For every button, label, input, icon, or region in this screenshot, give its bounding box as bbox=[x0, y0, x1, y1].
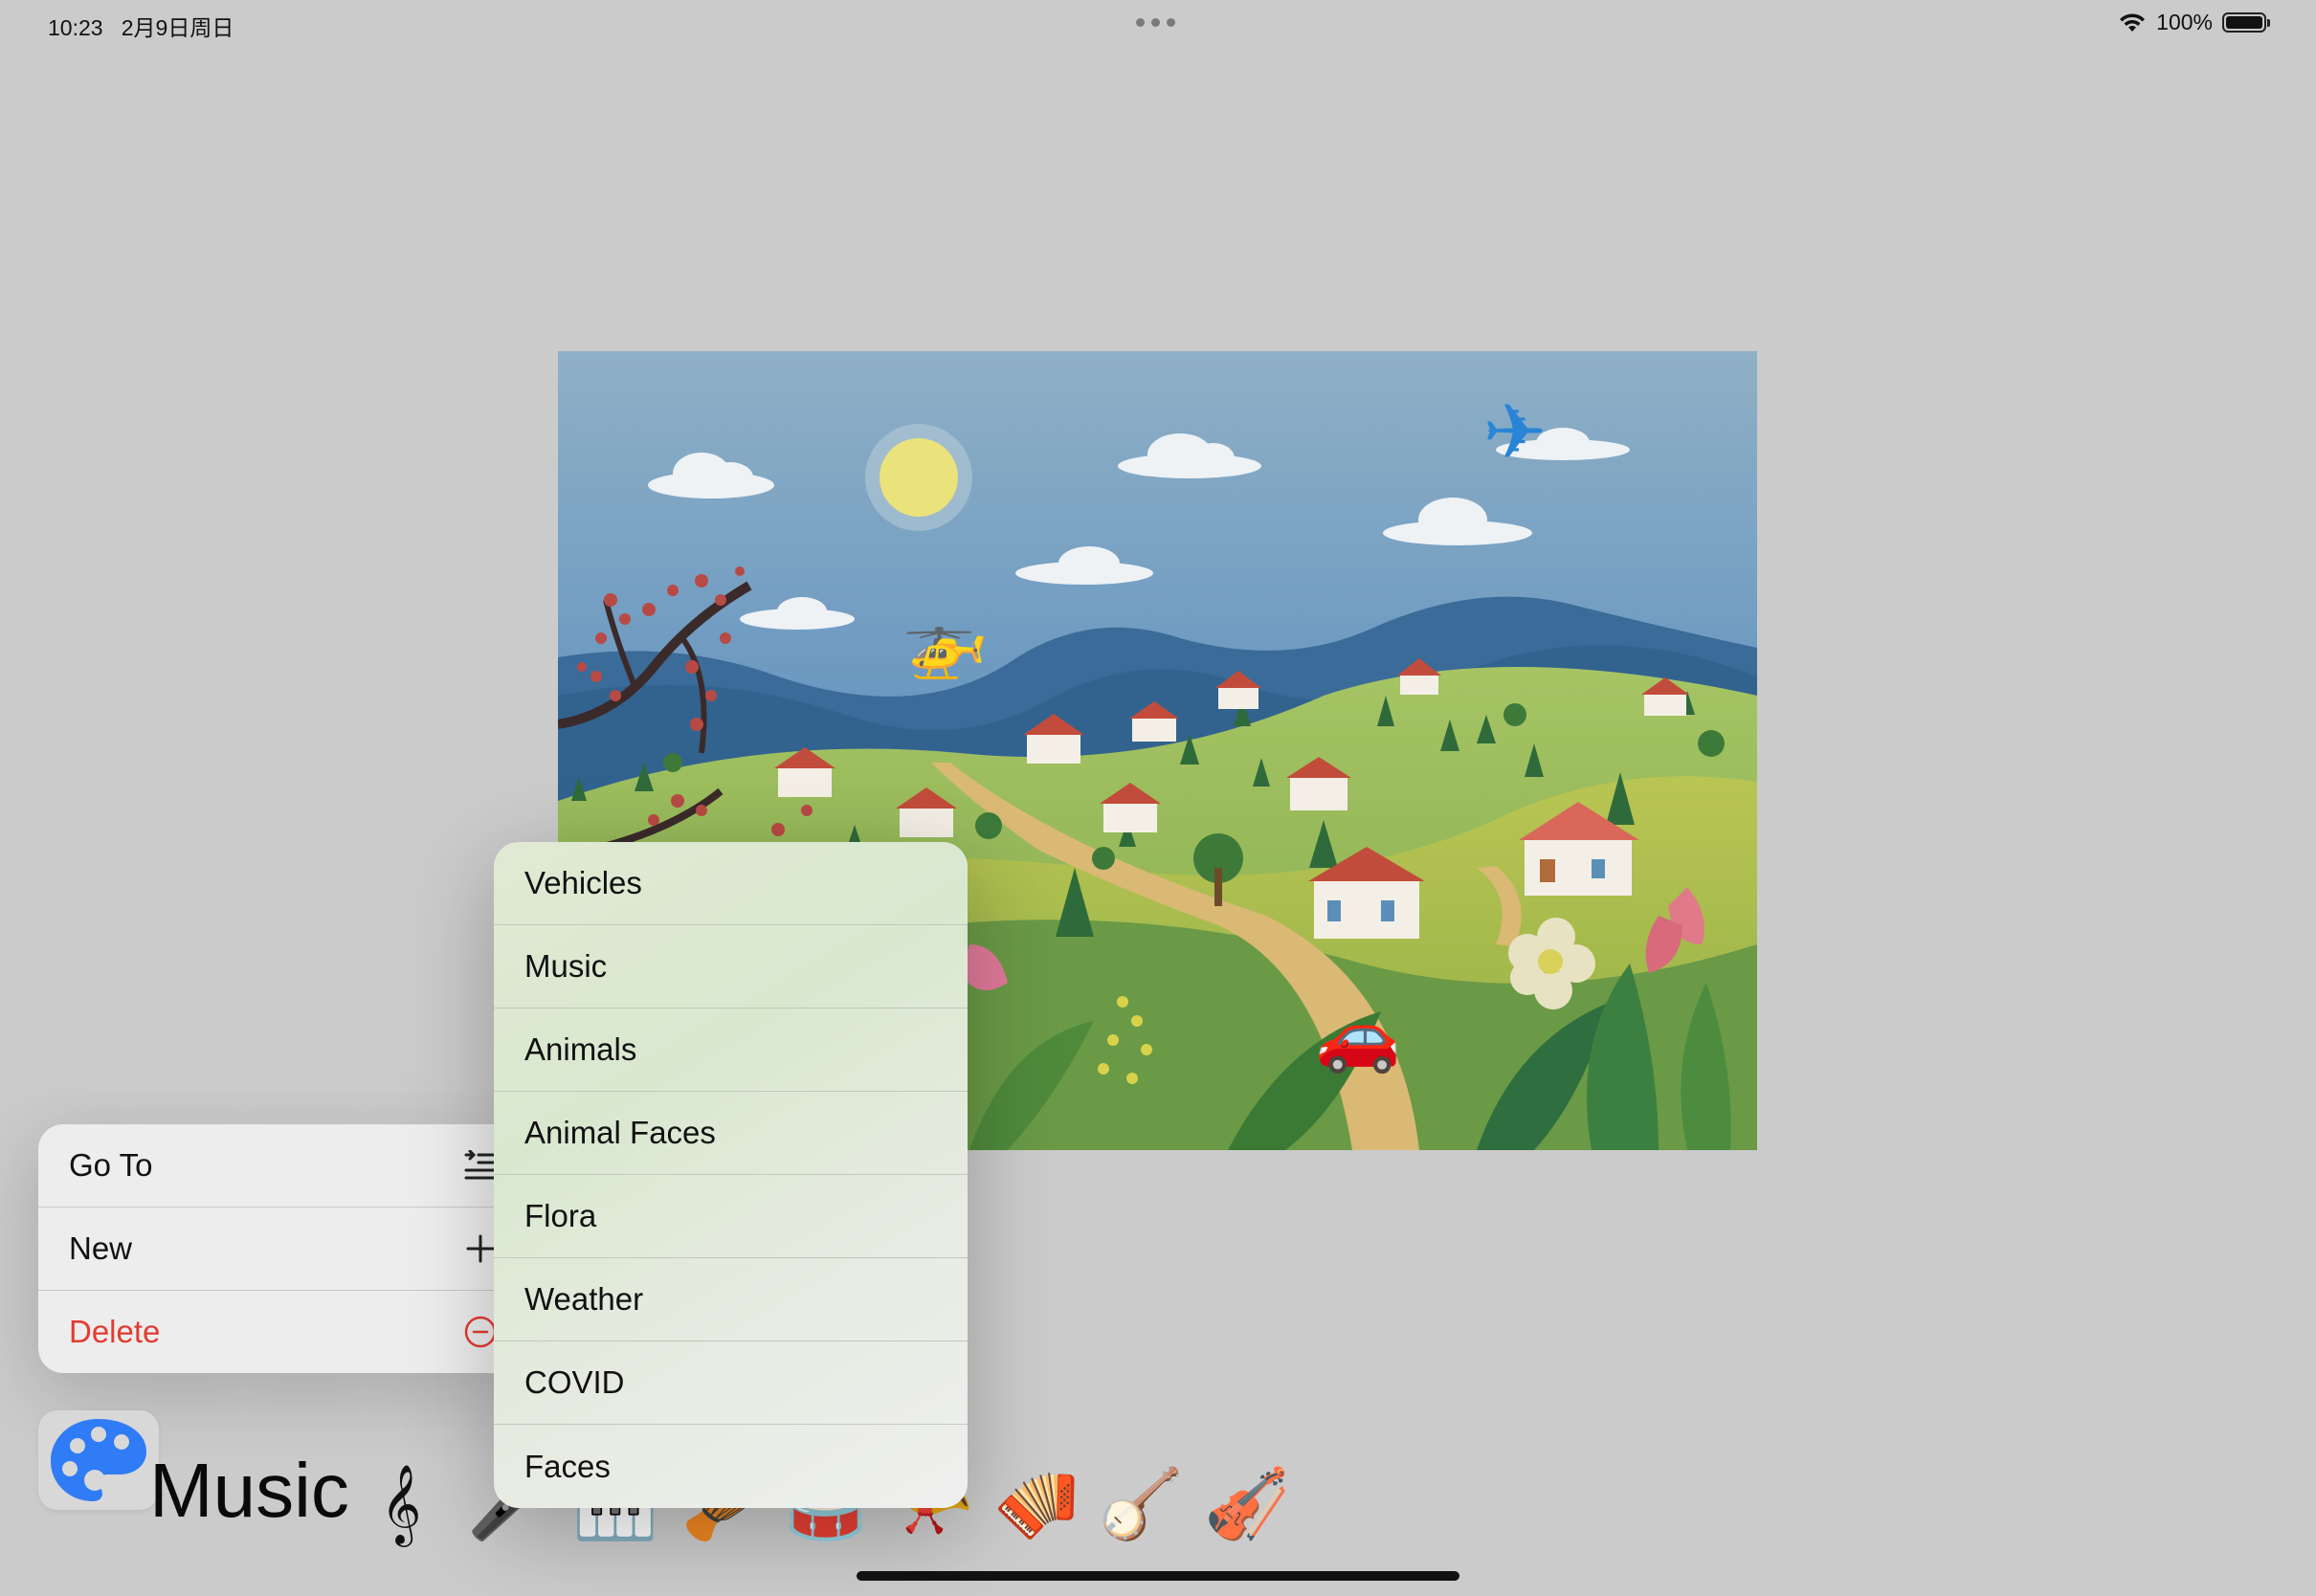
new-menu-item[interactable]: New bbox=[38, 1208, 517, 1291]
submenu-item-faces[interactable]: Faces bbox=[494, 1425, 968, 1508]
car-sprite[interactable]: 🚗 bbox=[1315, 995, 1401, 1075]
category-title: Music bbox=[149, 1448, 349, 1533]
status-indicators: 100% bbox=[2118, 8, 2270, 36]
context-menu: Go To New Delete bbox=[38, 1124, 517, 1373]
submenu-item-vehicles[interactable]: Vehicles bbox=[494, 842, 968, 925]
wifi-icon bbox=[2120, 13, 2146, 32]
treble-clef-icon[interactable]: 𝄞 bbox=[362, 1469, 440, 1538]
submenu-item-music[interactable]: Music bbox=[494, 925, 968, 1009]
submenu-item-animal-faces[interactable]: Animal Faces bbox=[494, 1092, 968, 1175]
accordion-icon[interactable]: 🪗 bbox=[993, 1469, 1080, 1538]
delete-menu-item[interactable]: Delete bbox=[38, 1291, 517, 1373]
palette-icon bbox=[51, 1419, 146, 1501]
go-to-menu-item[interactable]: Go To bbox=[38, 1124, 517, 1208]
delete-label: Delete bbox=[69, 1314, 161, 1349]
home-indicator[interactable] bbox=[857, 1571, 1459, 1581]
submenu-item-flora[interactable]: Flora bbox=[494, 1175, 968, 1258]
battery-percent: 100% bbox=[2156, 9, 2213, 34]
status-time-date: 10:23 2月9日周日 bbox=[48, 10, 234, 42]
helicopter-sprite[interactable]: 🚁 bbox=[902, 601, 989, 681]
banjo-icon[interactable]: 🪕 bbox=[1099, 1469, 1185, 1538]
status-time: 10:23 bbox=[48, 15, 103, 40]
category-submenu: Vehicles Music Animals Animal Faces Flor… bbox=[494, 842, 968, 1508]
multitasking-dots-icon[interactable] bbox=[1136, 15, 1178, 29]
violin-icon[interactable]: 🎻 bbox=[1204, 1469, 1290, 1538]
go-to-label: Go To bbox=[69, 1147, 153, 1183]
submenu-item-covid[interactable]: COVID bbox=[494, 1341, 968, 1425]
new-label: New bbox=[69, 1230, 133, 1266]
submenu-item-animals[interactable]: Animals bbox=[494, 1009, 968, 1092]
submenu-item-weather[interactable]: Weather bbox=[494, 1258, 968, 1341]
status-bar: 10:23 2月9日周日 100% bbox=[0, 0, 2316, 46]
status-date: 2月9日周日 bbox=[121, 15, 234, 40]
airplane-sprite[interactable]: ✈ bbox=[1482, 388, 1547, 477]
battery-icon bbox=[2222, 11, 2270, 33]
palette-button[interactable] bbox=[38, 1410, 159, 1510]
